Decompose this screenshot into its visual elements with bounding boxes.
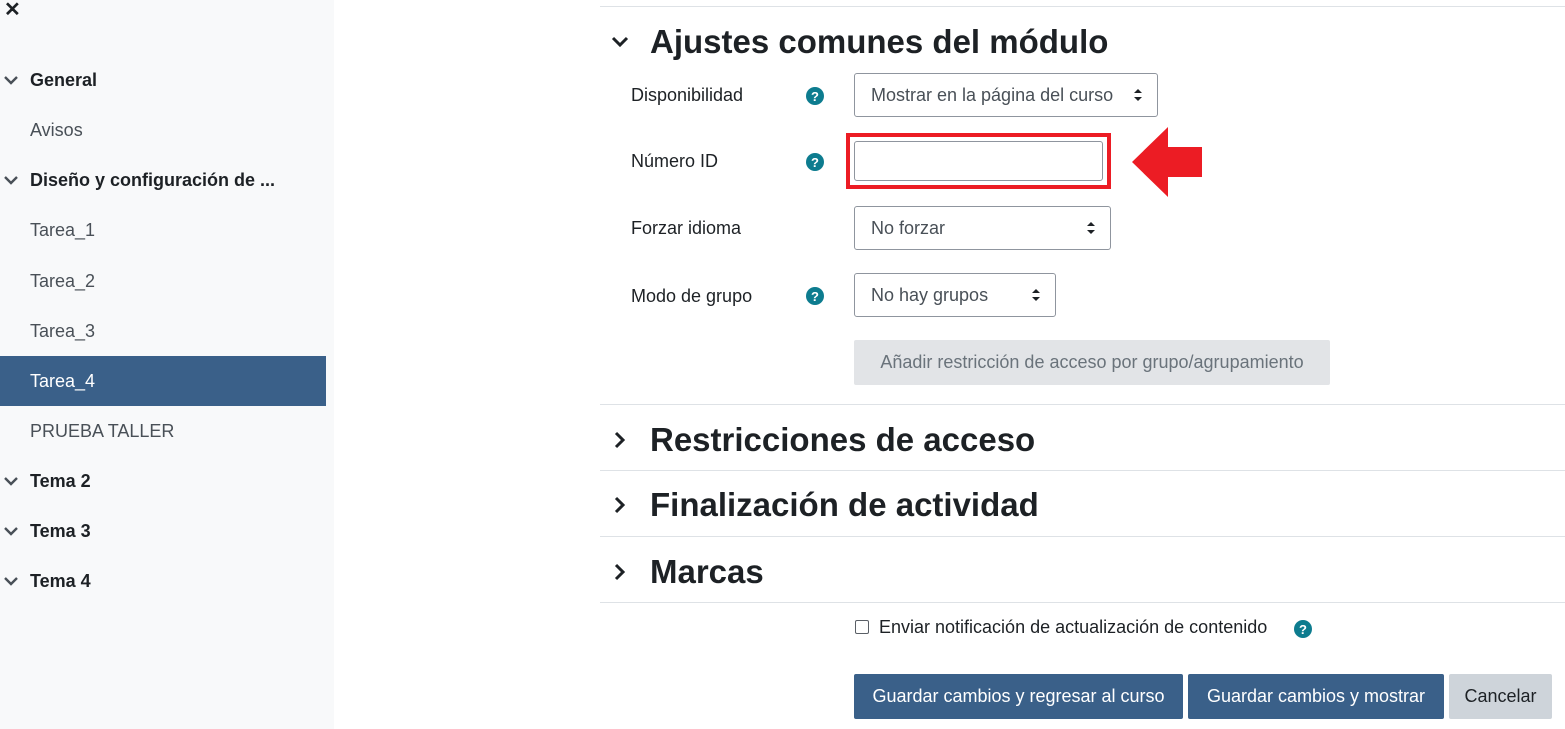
section-header-activity-completion[interactable]: Finalización de actividad <box>600 485 1565 525</box>
section-divider <box>600 536 1565 537</box>
select-arrows-icon <box>1087 222 1095 234</box>
section-title: Finalización de actividad <box>650 486 1039 523</box>
sidebar-item-tarea-4[interactable]: Tarea_4 <box>0 356 326 406</box>
chevron-down-icon[interactable] <box>4 173 18 187</box>
groupmode-select[interactable]: No hay grupos <box>854 273 1056 317</box>
availability-select[interactable]: Mostrar en la página del curso <box>854 73 1158 117</box>
sidebar-item-label: Tema 2 <box>30 470 91 491</box>
sidebar-item-label: PRUEBA TALLER <box>30 420 175 441</box>
chevron-right-icon[interactable] <box>610 562 630 582</box>
help-icon[interactable]: ? <box>1294 620 1312 638</box>
language-select[interactable]: No forzar <box>854 206 1111 250</box>
idnumber-label: Número ID <box>631 151 719 171</box>
language-label: Forzar idioma <box>631 218 742 238</box>
sidebar-section-diseno[interactable]: Diseño y configuración de ... <box>0 155 326 205</box>
sidebar-item-label: Tarea_4 <box>30 370 96 391</box>
highlight-box <box>846 133 1111 189</box>
chevron-down-icon[interactable] <box>4 474 18 488</box>
section-divider <box>600 602 1565 603</box>
sidebar-item-label: General <box>30 69 98 90</box>
add-group-restriction-button[interactable]: Añadir restricción de acceso por grupo/a… <box>854 340 1330 385</box>
sidebar-section-tema-2[interactable]: Tema 2 <box>0 456 326 506</box>
groupmode-label: Modo de grupo <box>631 286 753 306</box>
sidebar-section-tema-3[interactable]: Tema 3 <box>0 506 326 556</box>
section-header-access-restrictions[interactable]: Restricciones de acceso <box>600 420 1565 460</box>
chevron-down-icon[interactable] <box>4 574 18 588</box>
section-title: Marcas <box>650 553 764 590</box>
notify-checkbox[interactable] <box>855 620 869 634</box>
sidebar-item-label: Tema 3 <box>30 520 91 541</box>
sidebar-item-avisos[interactable]: Avisos <box>0 105 326 155</box>
cancel-button[interactable]: Cancelar <box>1449 674 1552 719</box>
chevron-down-icon[interactable] <box>4 73 18 87</box>
section-divider <box>600 404 1565 405</box>
close-icon[interactable]: ✕ <box>4 0 21 20</box>
idnumber-input[interactable] <box>854 141 1103 181</box>
section-title: Restricciones de acceso <box>650 421 1036 458</box>
availability-label: Disponibilidad <box>631 85 744 105</box>
help-icon[interactable]: ? <box>806 87 824 105</box>
sidebar-item-label: Tarea_3 <box>30 320 96 341</box>
sidebar-item-tarea-2[interactable]: Tarea_2 <box>0 256 326 306</box>
section-header-tags[interactable]: Marcas <box>600 552 1565 592</box>
sidebar-item-label: Tema 4 <box>30 570 91 591</box>
groupmode-select-value: No hay grupos <box>871 284 989 305</box>
sidebar-item-label: Tarea_2 <box>30 270 96 291</box>
availability-select-value: Mostrar en la página del curso <box>871 84 1114 105</box>
chevron-right-icon[interactable] <box>610 430 630 450</box>
course-index-sidebar: ✕ General Avisos Diseño y configuración … <box>0 0 334 729</box>
sidebar-item-tarea-3[interactable]: Tarea_3 <box>0 306 326 356</box>
red-arrow-icon <box>1132 127 1202 197</box>
help-icon[interactable]: ? <box>806 287 824 305</box>
chevron-down-icon[interactable] <box>610 32 630 52</box>
select-arrows-icon <box>1032 289 1040 301</box>
chevron-down-icon[interactable] <box>4 524 18 538</box>
section-divider <box>600 6 1565 7</box>
sidebar-section-tema-4[interactable]: Tema 4 <box>0 556 326 606</box>
help-icon[interactable]: ? <box>806 153 824 171</box>
section-title: Ajustes comunes del módulo <box>650 23 1109 60</box>
section-header-common-settings[interactable]: Ajustes comunes del módulo <box>600 22 1565 62</box>
sidebar-item-label: Avisos <box>30 119 83 140</box>
section-divider <box>600 470 1565 471</box>
select-arrows-icon <box>1134 89 1142 101</box>
language-select-value: No forzar <box>871 217 946 238</box>
sidebar-section-general[interactable]: General <box>0 55 326 105</box>
save-and-return-button[interactable]: Guardar cambios y regresar al curso <box>854 674 1183 719</box>
save-and-display-button[interactable]: Guardar cambios y mostrar <box>1188 674 1444 719</box>
sidebar-item-label: Diseño y configuración de ... <box>30 169 276 190</box>
notify-checkbox-label: Enviar notificación de actualización de … <box>879 617 1268 637</box>
sidebar-item-tarea-1[interactable]: Tarea_1 <box>0 205 326 255</box>
sidebar-item-prueba-taller[interactable]: PRUEBA TALLER <box>0 406 326 456</box>
sidebar-item-label: Tarea_1 <box>30 219 96 240</box>
chevron-right-icon[interactable] <box>610 495 630 515</box>
